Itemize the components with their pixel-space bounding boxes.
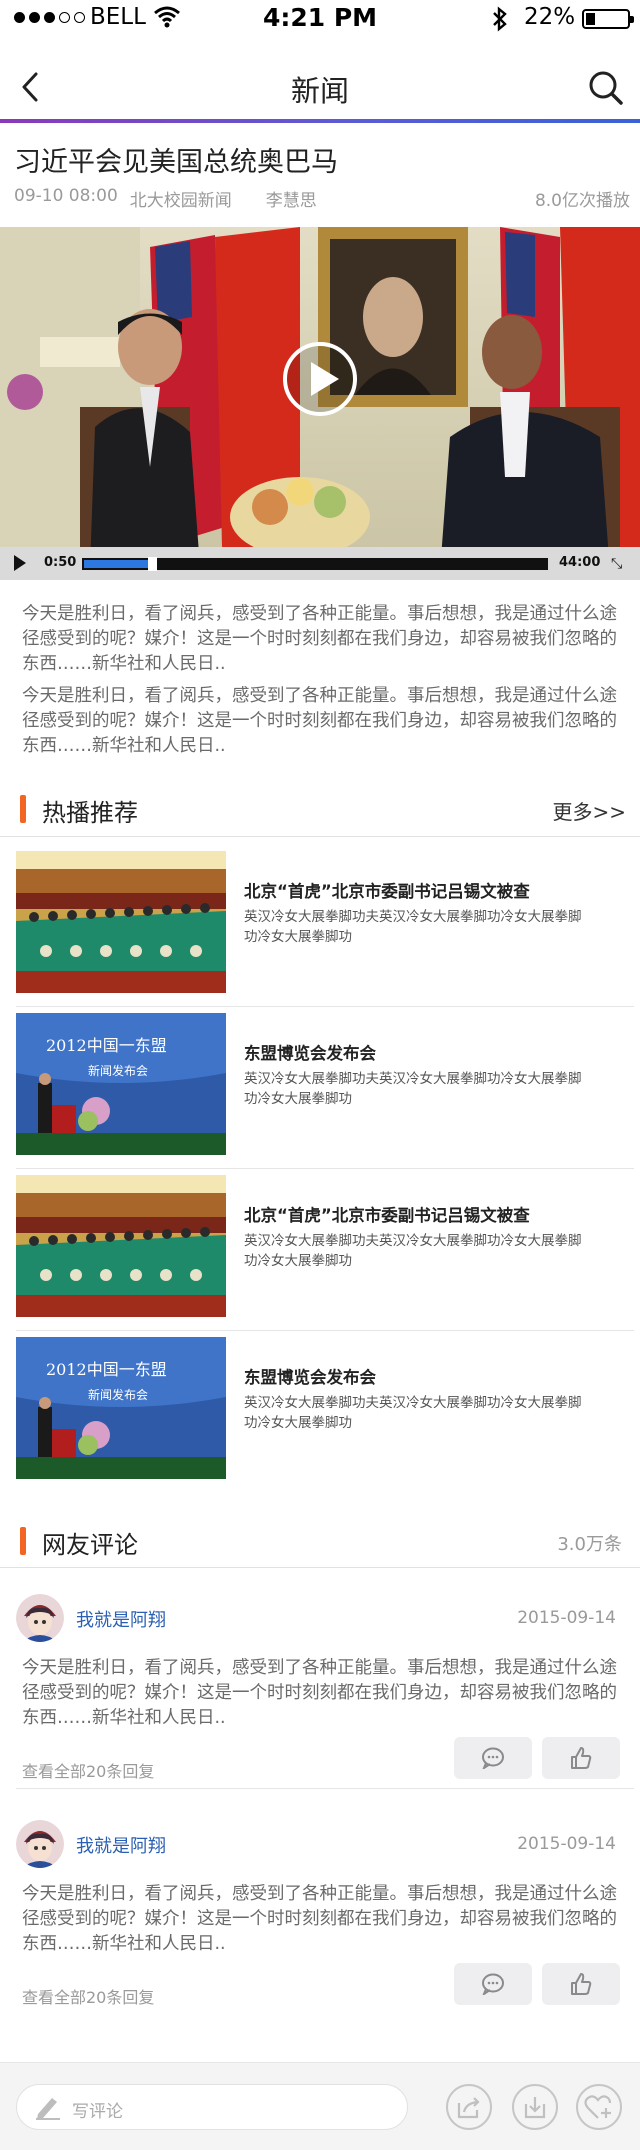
comment-date: 2015-09-14: [517, 1834, 616, 1854]
news-item-desc: 英汉冷女大展拳脚功夫英汉冷女大展拳脚功冷女大展拳脚功冷女大展拳脚功: [244, 1395, 582, 1431]
search-icon[interactable]: [588, 70, 624, 106]
article-datetime: 09-10 08:00: [14, 186, 118, 206]
item-divider: [16, 1168, 634, 1169]
chat-bubble-icon: [482, 1973, 504, 1995]
news-item-title[interactable]: 北京“首虎”北京市委副书记吕锡文被查: [244, 878, 530, 902]
article-meta: 09-10 08:00 北大校园新闻 李慧思: [14, 186, 329, 211]
page-title: 新闻: [290, 74, 349, 108]
battery-percent: 22%: [524, 4, 576, 30]
favorite-button[interactable]: [576, 2084, 622, 2130]
comment-text: 今天是胜利日，看了阅兵，感受到了各种正能量。事后想想，我是通过什么途径感受到的呢…: [22, 1658, 617, 1728]
video-player[interactable]: [0, 227, 640, 580]
divider: [0, 1567, 640, 1568]
comment-divider: [16, 1788, 634, 1789]
avatar[interactable]: [16, 1594, 64, 1642]
download-icon: [524, 2097, 546, 2119]
favorite-add-icon: [584, 2095, 612, 2119]
comment-username[interactable]: 我就是阿翔: [76, 1606, 166, 1632]
play-icon[interactable]: [281, 340, 359, 418]
article-source[interactable]: 北大校园新闻: [130, 186, 232, 211]
comment-count: 3.0万条: [557, 1534, 622, 1555]
article-author: 李慧思: [265, 191, 317, 211]
comment-text: 今天是胜利日，看了阅兵，感受到了各种正能量。事后想想，我是通过什么途径感受到的呢…: [22, 1884, 617, 1954]
video-controls: 0:50 44:00 ⤡: [0, 547, 640, 580]
fullscreen-icon[interactable]: ⤡: [611, 556, 622, 572]
nav-underline: [0, 119, 640, 123]
news-item-desc: 英汉冷女大展拳脚功夫英汉冷女大展拳脚功冷女大展拳脚功冷女大展拳脚功: [244, 909, 582, 945]
share-icon: [457, 2097, 480, 2119]
news-item-title[interactable]: 东盟博览会发布会: [244, 1364, 376, 1388]
reply-button[interactable]: [454, 1737, 532, 1779]
play-small-icon[interactable]: [14, 555, 26, 571]
progress-fill: [84, 560, 150, 568]
news-thumbnail[interactable]: [16, 1175, 226, 1317]
battery-icon: [582, 9, 634, 29]
news-thumbnail[interactable]: 2012中国一东盟 新闻发布会: [16, 1337, 226, 1479]
bluetooth-icon: [493, 6, 507, 32]
comment-username[interactable]: 我就是阿翔: [76, 1832, 166, 1858]
news-item-desc: 英汉冷女大展拳脚功夫英汉冷女大展拳脚功冷女大展拳脚功冷女大展拳脚功: [244, 1233, 582, 1269]
comment-date: 2015-09-14: [517, 1608, 616, 1628]
reply-button[interactable]: [454, 1963, 532, 2005]
news-thumbnail[interactable]: [16, 851, 226, 993]
avatar[interactable]: [16, 1820, 64, 1868]
thumbs-up-icon: [571, 1973, 592, 1995]
article-paragraph: 今天是胜利日，看了阅兵，感受到了各种正能量。事后想想，我是通过什么途径感受到的呢…: [22, 686, 617, 756]
hot-section-title: 热播推荐: [42, 799, 138, 827]
current-time: 0:50: [44, 555, 77, 570]
svg-text:2012中国一东盟: 2012中国一东盟: [46, 1036, 167, 1055]
duration: 44:00: [559, 555, 601, 570]
like-button[interactable]: [542, 1963, 620, 2005]
view-replies-link[interactable]: 查看全部20条回复: [22, 1758, 154, 1782]
svg-text:2012中国一东盟: 2012中国一东盟: [46, 1360, 167, 1379]
news-item-title[interactable]: 北京“首虎”北京市委副书记吕锡文被查: [244, 1202, 530, 1226]
more-link[interactable]: 更多>>: [552, 796, 626, 825]
svg-text:新闻发布会: 新闻发布会: [88, 1387, 148, 1402]
article-title: 习近平会见美国总统奥巴马: [14, 147, 338, 178]
divider: [0, 836, 640, 837]
news-item-title[interactable]: 东盟博览会发布会: [244, 1040, 376, 1064]
share-button[interactable]: [446, 2084, 492, 2130]
section-accent-bar: [20, 1527, 26, 1555]
progress-handle[interactable]: [148, 557, 157, 571]
chat-bubble-icon: [482, 1747, 504, 1769]
like-button[interactable]: [542, 1737, 620, 1779]
article-paragraph: 今天是胜利日，看了阅兵，感受到了各种正能量。事后想想，我是通过什么途径感受到的呢…: [22, 604, 617, 674]
status-bar: BELL 4:21 PM 22%: [0, 0, 640, 40]
news-item-desc: 英汉冷女大展拳脚功夫英汉冷女大展拳脚功冷女大展拳脚功冷女大展拳脚功: [244, 1071, 582, 1107]
svg-text:新闻发布会: 新闻发布会: [88, 1063, 148, 1078]
thumbs-up-icon: [571, 1747, 592, 1769]
comments-section-title: 网友评论: [42, 1531, 138, 1559]
item-divider: [16, 1006, 634, 1007]
download-button[interactable]: [512, 2084, 558, 2130]
pencil-icon: [36, 2098, 60, 2120]
comment-placeholder: 写评论: [72, 2102, 123, 2122]
view-replies-link[interactable]: 查看全部20条回复: [22, 1984, 154, 2008]
news-thumbnail[interactable]: 2012中国一东盟 新闻发布会: [16, 1013, 226, 1155]
section-accent-bar: [20, 795, 26, 823]
play-count: 8.0亿次播放: [534, 191, 630, 211]
item-divider: [16, 1330, 634, 1331]
